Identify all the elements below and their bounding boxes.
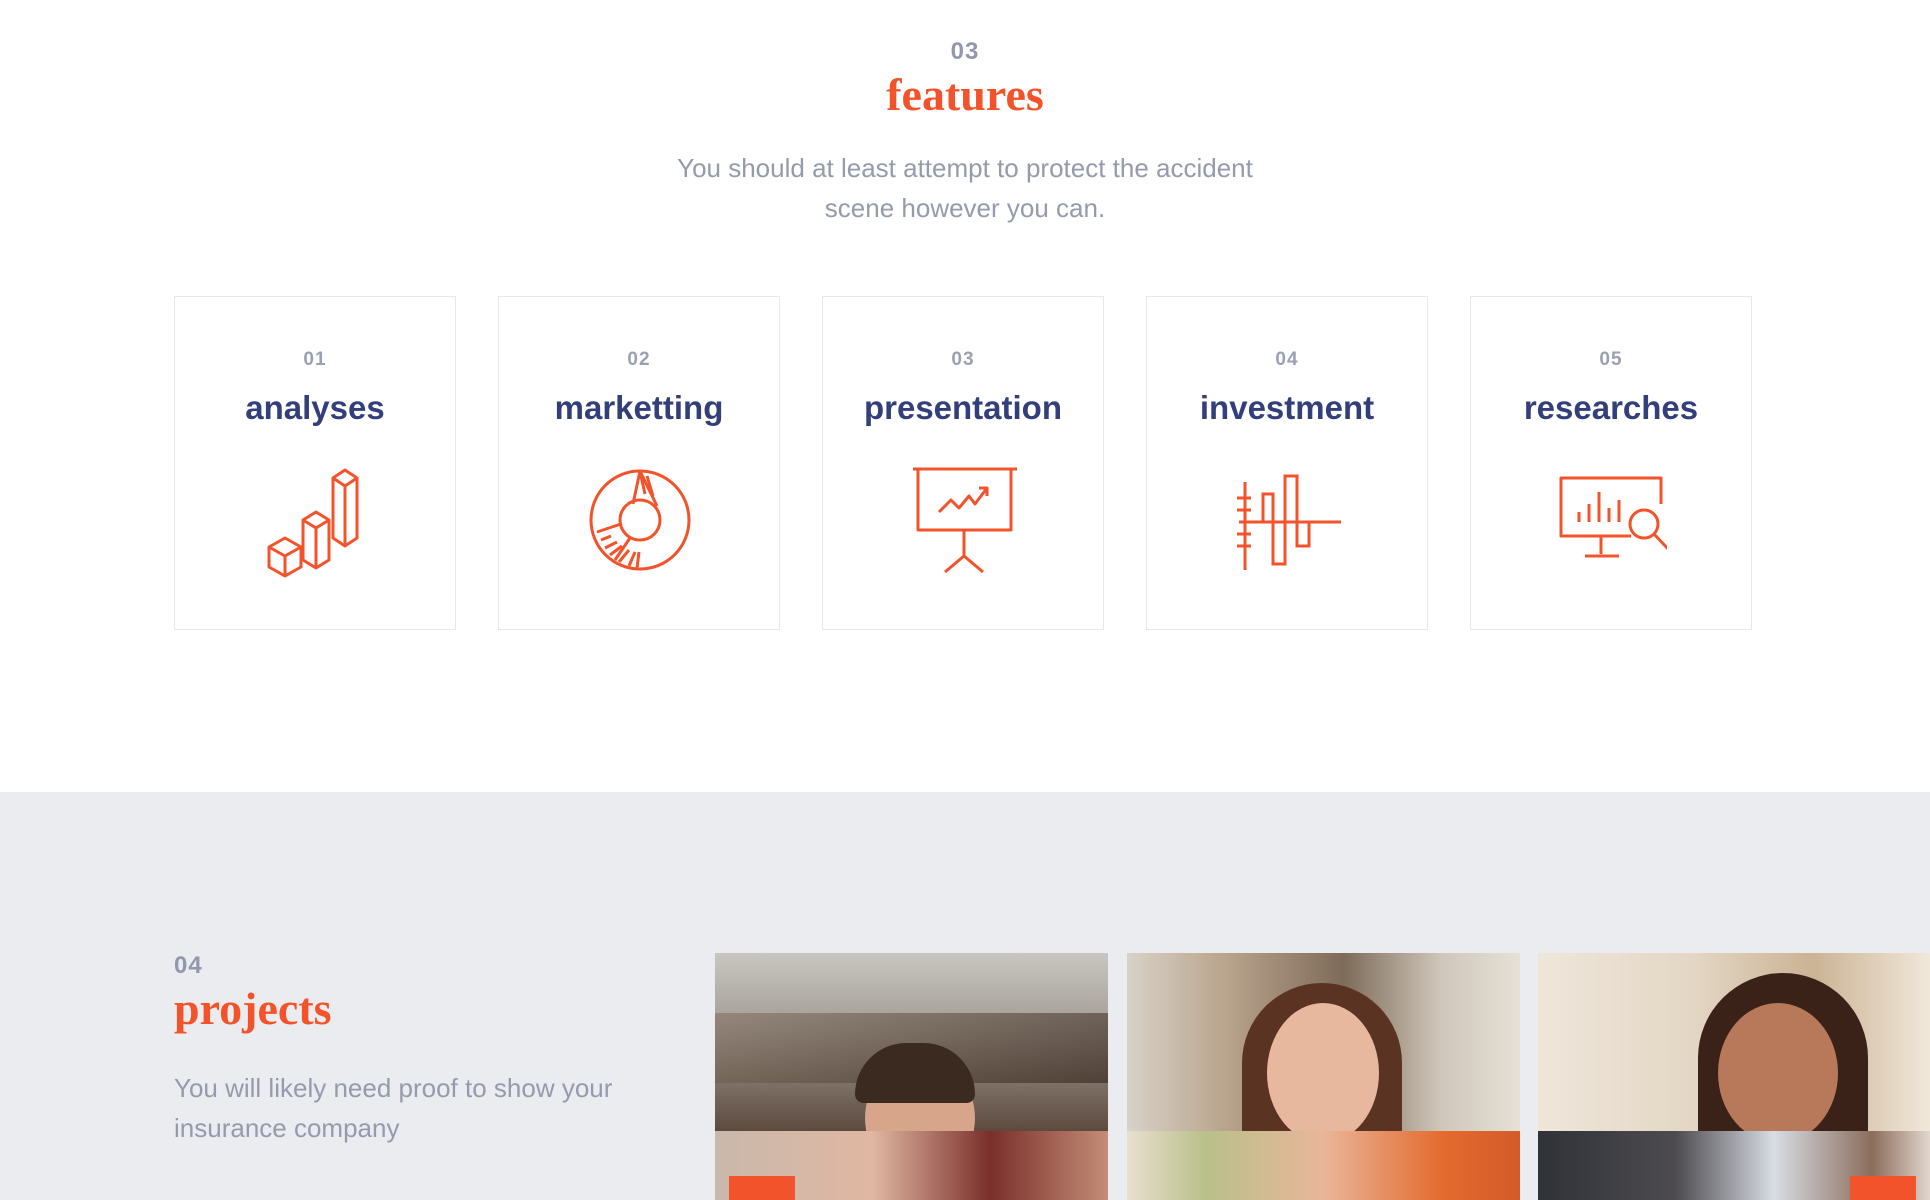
features-section: 03 features You should at least attempt … [0, 0, 1930, 792]
project-tag [1850, 1176, 1916, 1200]
feature-card-investment[interactable]: 04 investment [1146, 296, 1428, 630]
card-number: 02 [627, 349, 651, 370]
projects-section: 04 projects You will likely need proof t… [0, 792, 1930, 1200]
card-number: 01 [303, 349, 327, 370]
section-title: projects [174, 983, 332, 1034]
feature-card-researches[interactable]: 05 researches [1470, 296, 1752, 630]
project-photo[interactable] [1538, 953, 1930, 1200]
section-number: 04 [174, 952, 203, 979]
bar-levels-icon [1233, 452, 1343, 582]
card-number: 03 [951, 349, 975, 370]
card-title: marketting [554, 389, 724, 426]
project-photo[interactable] [1127, 953, 1520, 1200]
project-photo[interactable] [715, 953, 1108, 1200]
card-title: researches [1523, 389, 1699, 426]
feature-card-presentation[interactable]: 03 presentation [822, 296, 1104, 630]
card-title: analyses [245, 389, 385, 426]
card-title: presentation [863, 389, 1063, 426]
card-number: 04 [1275, 349, 1299, 370]
section-number: 03 [950, 38, 980, 65]
section-description: You should at least attempt to protect t… [677, 153, 1253, 223]
donut-chart-icon [585, 452, 695, 582]
section-title: features [886, 69, 1044, 120]
project-tag [729, 1176, 795, 1200]
feature-card-marketting[interactable]: 02 marketting [498, 296, 780, 630]
bar-cubes-icon [261, 452, 371, 582]
monitor-search-icon [1557, 452, 1671, 582]
feature-card-analyses[interactable]: 01 analyses [174, 296, 456, 630]
section-description: You will likely need proof to show your … [174, 1073, 613, 1143]
card-number: 05 [1599, 349, 1623, 370]
presentation-board-icon [909, 452, 1019, 582]
card-title: investment [1199, 389, 1375, 426]
